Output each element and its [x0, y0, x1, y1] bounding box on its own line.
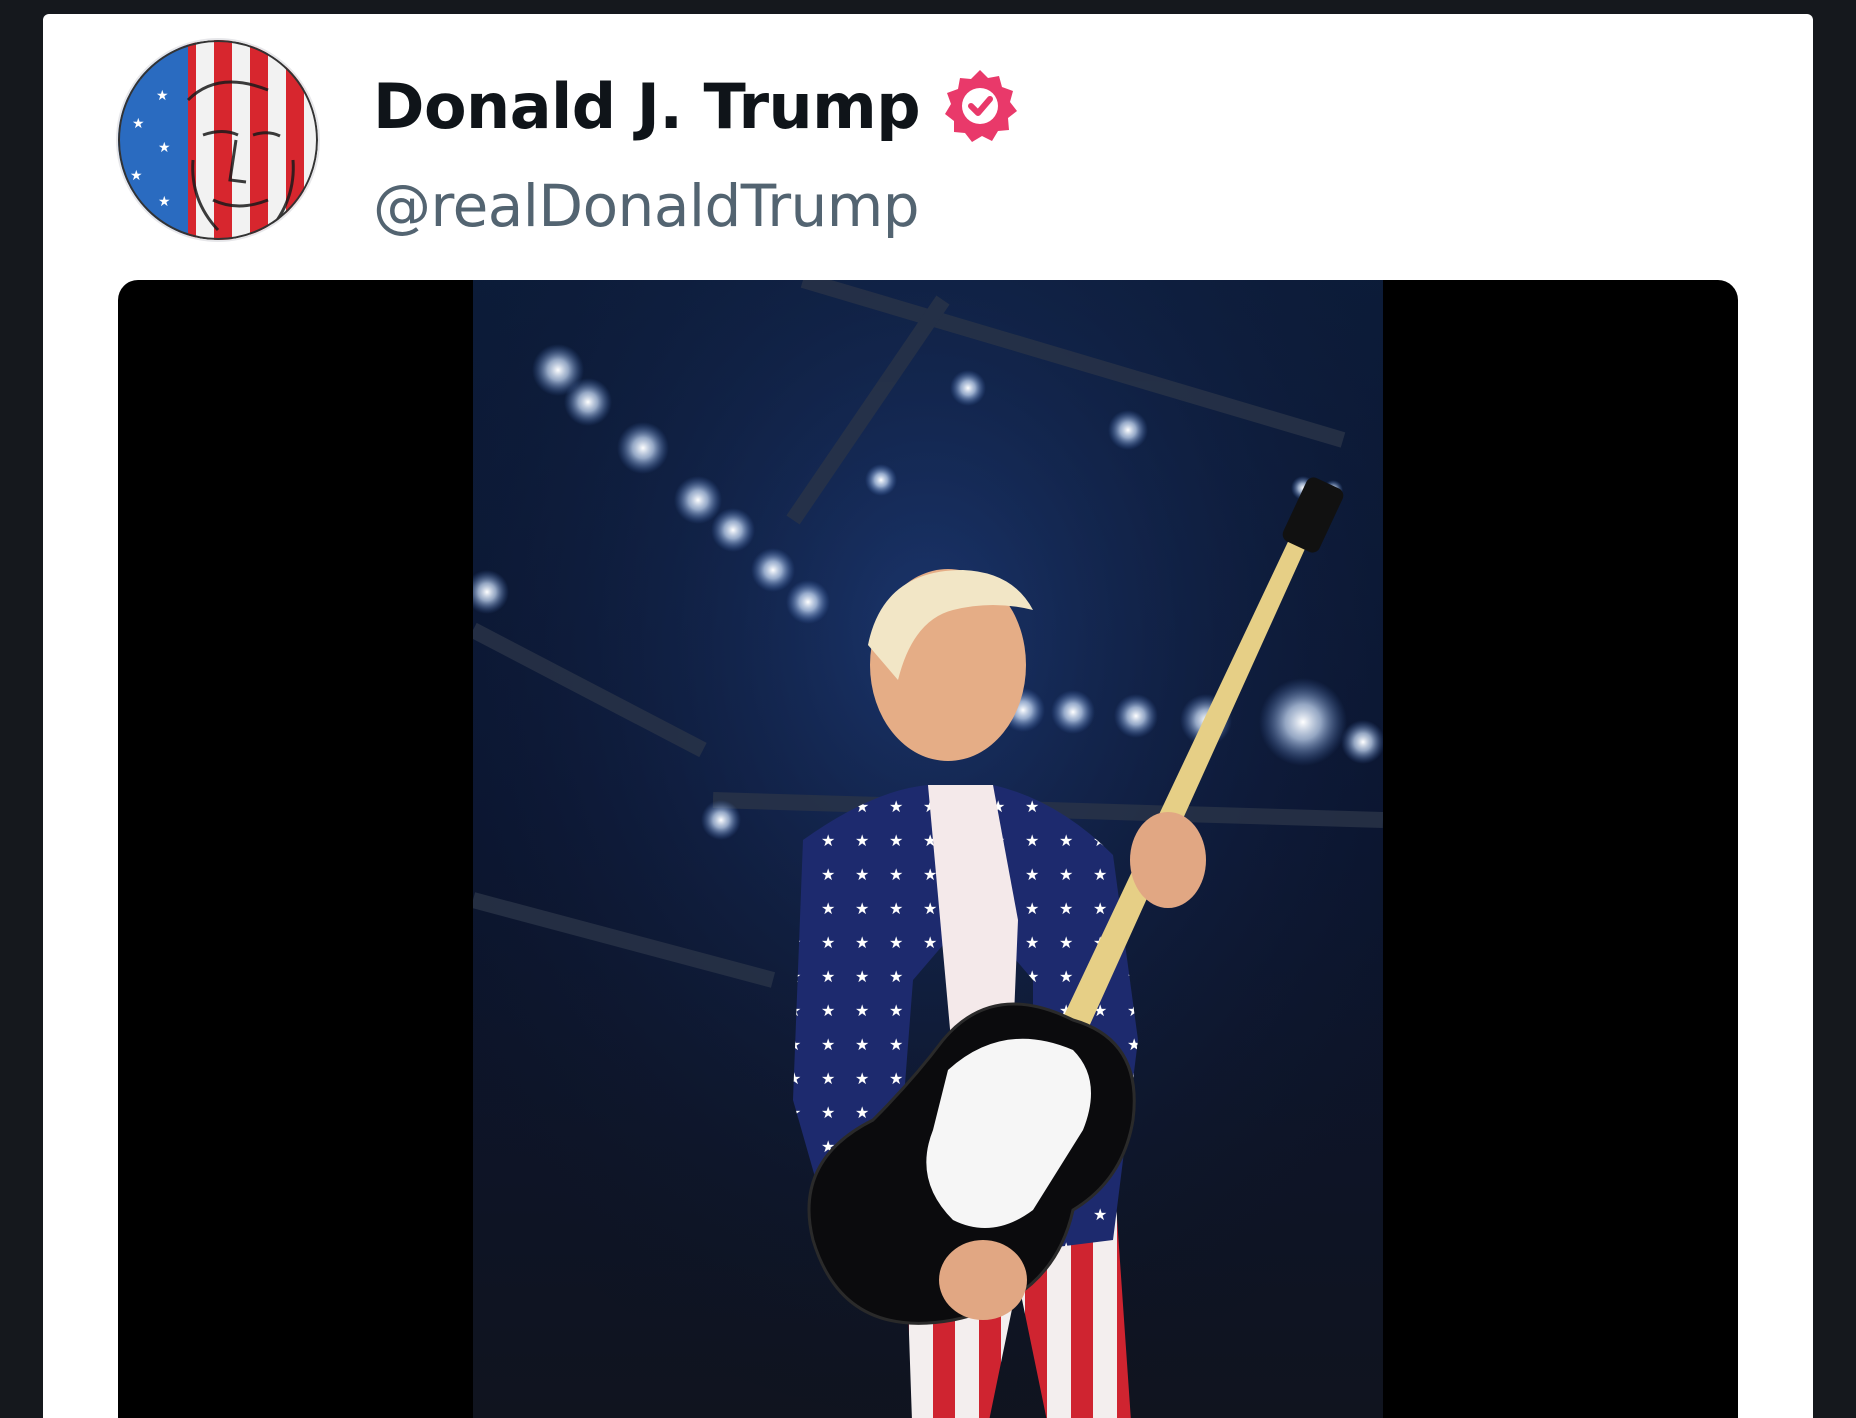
post-card[interactable]: ★ ★ ★ ★ ★ ★ Donald J. Trump @realDonaldT…: [43, 14, 1813, 1418]
author-avatar[interactable]: ★ ★ ★ ★ ★ ★: [118, 40, 318, 240]
svg-text:★: ★: [158, 140, 171, 156]
avatar-flag-portrait-icon: ★ ★ ★ ★ ★ ★: [118, 40, 318, 240]
author-display-name[interactable]: Donald J. Trump: [373, 70, 921, 143]
screenshot-frame: ★ ★ ★ ★ ★ ★ Donald J. Trump @realDonaldT…: [0, 0, 1856, 1418]
svg-text:★: ★: [132, 116, 145, 132]
svg-text:★: ★: [130, 168, 143, 184]
post-video[interactable]: ★: [118, 280, 1738, 1418]
video-still-guitar-stage-icon: ★: [473, 280, 1383, 1418]
author-handle[interactable]: @realDonaldTrump: [373, 172, 920, 240]
verified-badge-icon: [942, 68, 1018, 144]
video-still: ★: [473, 280, 1383, 1418]
svg-text:★: ★: [158, 194, 171, 210]
svg-text:★: ★: [156, 88, 169, 104]
author-name-row: Donald J. Trump: [373, 56, 1018, 156]
